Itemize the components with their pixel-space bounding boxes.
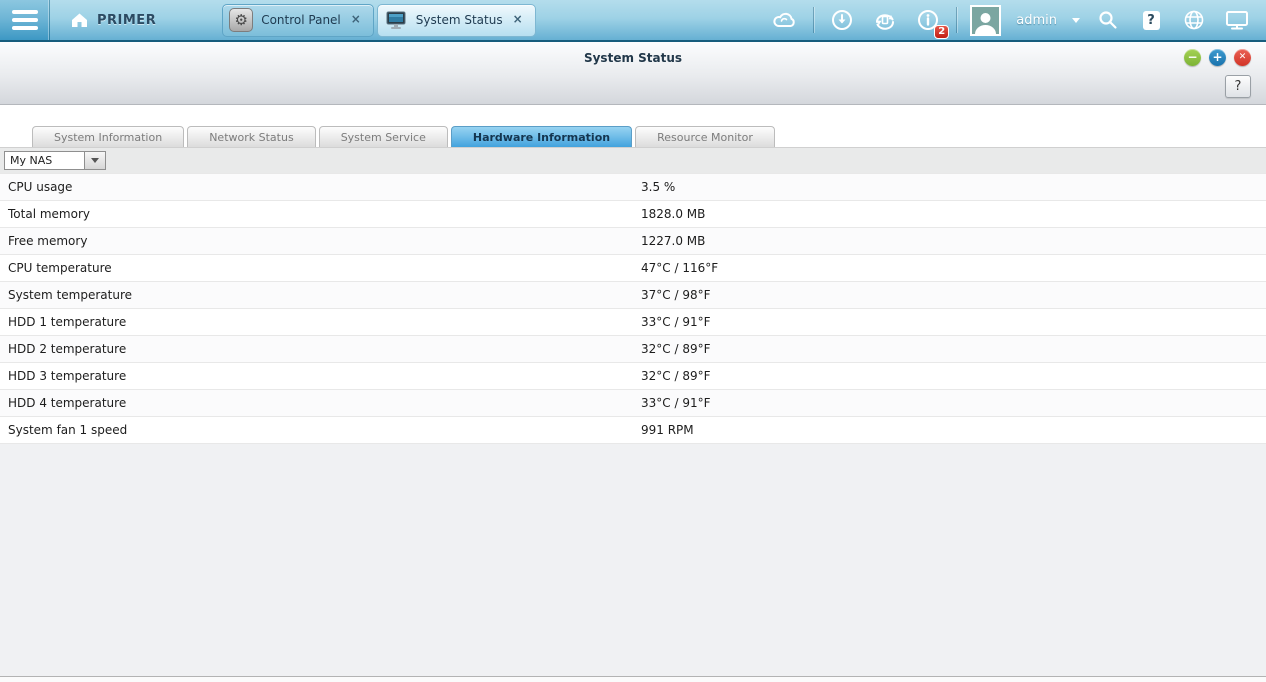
help-icon[interactable]: ? xyxy=(1136,5,1166,35)
table-row: CPU temperature 47°C / 116°F xyxy=(0,254,1266,282)
nas-name-label: PRIMER xyxy=(97,12,157,28)
username-label[interactable]: admin xyxy=(1016,13,1057,28)
desktop-icon[interactable] xyxy=(1222,5,1252,35)
monitor-icon xyxy=(384,9,408,31)
divider xyxy=(956,7,958,33)
gear-icon: ⚙ xyxy=(229,8,254,32)
table-row: HDD 4 temperature 33°C / 91°F xyxy=(0,389,1266,417)
notifications-icon[interactable]: 2 xyxy=(913,5,950,39)
user-avatar[interactable] xyxy=(970,4,1002,36)
maximize-button[interactable] xyxy=(1209,49,1226,66)
open-window-tabs: ⚙ Control Panel System Status xyxy=(222,3,536,37)
hardware-information-table: CPU usage 3.5 % Total memory 1828.0 MB F… xyxy=(0,173,1266,444)
table-row: Free memory 1227.0 MB xyxy=(0,227,1266,255)
table-row: HDD 1 temperature 33°C / 91°F xyxy=(0,308,1266,336)
nas-selector-value: My NAS xyxy=(4,151,84,170)
nas-selector-dropdown[interactable]: My NAS xyxy=(4,151,106,170)
main-menu-button[interactable] xyxy=(0,0,50,40)
window-header: System Status ? xyxy=(0,42,1266,105)
qnap-desktop: PRIMER ⚙ Control Panel System xyxy=(0,0,1266,682)
sync-icon[interactable] xyxy=(870,5,900,35)
home-icon xyxy=(70,11,89,29)
hamburger-icon xyxy=(11,10,38,14)
minimize-button[interactable] xyxy=(1184,49,1201,66)
table-row: System fan 1 speed 991 RPM xyxy=(0,416,1266,444)
table-row: Total memory 1828.0 MB xyxy=(0,200,1266,228)
chevron-down-icon[interactable] xyxy=(84,151,106,170)
window-tab-control-panel[interactable]: ⚙ Control Panel xyxy=(222,3,374,37)
table-row: CPU usage 3.5 % xyxy=(0,173,1266,201)
system-status-window-body: System Information Network Status System… xyxy=(0,105,1266,677)
tab-system-information[interactable]: System Information xyxy=(32,126,185,147)
window-title: System Status xyxy=(583,51,683,65)
table-row: HDD 3 temperature 32°C / 89°F xyxy=(0,362,1266,390)
window-tab-system-status[interactable]: System Status xyxy=(376,3,536,37)
tab-resource-monitor[interactable]: Resource Monitor xyxy=(635,126,775,147)
topbar-actions: 2 admin ? xyxy=(770,4,1266,39)
search-icon[interactable] xyxy=(1093,5,1123,35)
chevron-down-icon[interactable] xyxy=(1072,17,1080,23)
hamburger-icon xyxy=(11,18,38,22)
table-row: System temperature 37°C / 98°F xyxy=(0,281,1266,309)
background-task-icon[interactable] xyxy=(827,5,857,35)
home-button[interactable]: PRIMER xyxy=(50,0,172,40)
cloud-icon[interactable] xyxy=(770,5,800,35)
divider xyxy=(813,7,815,33)
tab-network-status[interactable]: Network Status xyxy=(187,126,316,147)
content-tab-bar: System Information Network Status System… xyxy=(0,105,1266,147)
close-button[interactable] xyxy=(1234,49,1251,66)
nas-selector-row: My NAS xyxy=(0,147,1266,173)
close-tab-icon[interactable] xyxy=(349,13,363,27)
language-globe-icon[interactable] xyxy=(1179,5,1209,35)
tab-system-service[interactable]: System Service xyxy=(318,126,448,147)
window-controls xyxy=(1184,49,1251,66)
table-row: HDD 2 temperature 32°C / 89°F xyxy=(0,335,1266,363)
top-bar: PRIMER ⚙ Control Panel System xyxy=(0,0,1266,42)
close-tab-icon[interactable] xyxy=(511,13,525,27)
tab-hardware-information[interactable]: Hardware Information xyxy=(450,126,633,147)
notification-count-badge: 2 xyxy=(934,25,950,39)
help-button[interactable]: ? xyxy=(1225,75,1251,98)
hamburger-icon xyxy=(11,26,38,30)
